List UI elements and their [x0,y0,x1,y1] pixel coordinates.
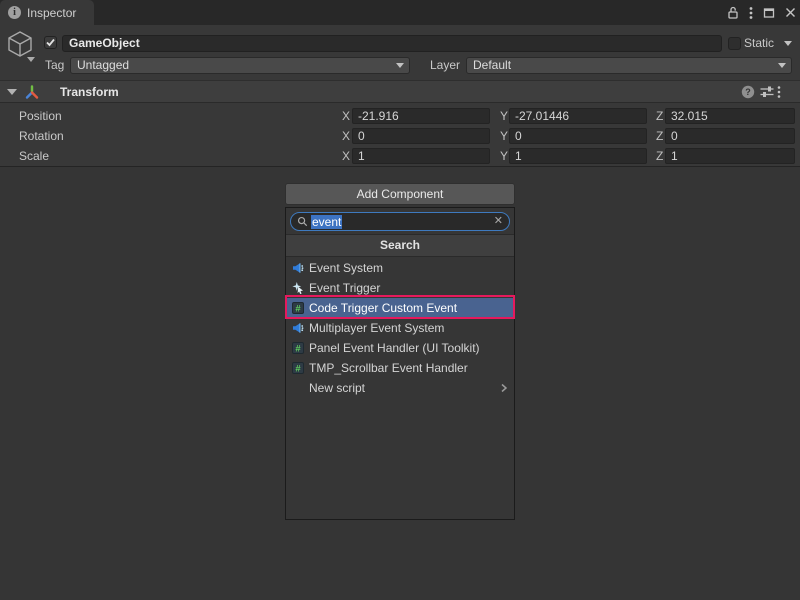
rotation-z-field[interactable]: 0 [665,128,795,144]
component-search-input[interactable]: event ✕ [290,212,510,231]
list-item-multiplayer-event-system[interactable]: Multiplayer Event System [286,318,514,338]
info-icon: i [8,6,21,19]
position-label: Position [19,106,62,126]
add-component-button[interactable]: Add Component [285,183,515,205]
list-item-panel-event-handler[interactable]: # Panel Event Handler (UI Toolkit) [286,338,514,358]
tag-dropdown[interactable]: Untagged [70,57,410,74]
component-list: Event System Event Trigger # Code Trigge… [286,258,514,398]
list-item-event-system[interactable]: Event System [286,258,514,278]
rotation-x-field[interactable]: 0 [352,128,490,144]
event-system-icon [292,322,304,334]
scale-y-field[interactable]: 1 [509,148,647,164]
item-label: Event Trigger [309,281,380,295]
axis-y-label: Y [500,126,508,146]
icon-spacer [292,382,304,394]
axis-z-label: Z [656,126,663,146]
transform-header[interactable]: Transform ? [0,80,800,103]
titlebar-icons [727,0,796,25]
static-label: Static [744,36,774,51]
item-label: Panel Event Handler (UI Toolkit) [309,341,480,355]
item-label: New script [309,381,365,395]
gameobject-header: GameObject Static Tag Untagged Layer Def… [0,25,800,80]
item-label: TMP_Scrollbar Event Handler [309,361,468,375]
position-z-field[interactable]: 32.015 [665,108,795,124]
scale-z-field[interactable]: 1 [665,148,795,164]
axis-y-label: Y [500,146,508,166]
gameobject-name-field[interactable]: GameObject [62,35,722,52]
tab-label: Inspector [27,6,76,20]
close-icon[interactable] [785,4,796,22]
csharp-script-icon: # [292,342,304,354]
axis-x-label: X [342,106,350,126]
transform-title: Transform [60,81,119,103]
scale-label: Scale [19,146,49,166]
item-label: Multiplayer Event System [309,321,444,335]
axis-z-label: Z [656,106,663,126]
add-component-popup: event ✕ Search Event System Event Trigge… [285,207,515,520]
tag-value: Untagged [77,58,129,72]
static-dropdown-caret[interactable] [784,41,792,46]
active-checkbox[interactable] [44,36,57,49]
layer-dropdown[interactable]: Default [466,57,792,74]
axis-z-label: Z [656,146,663,166]
foldout-arrow-icon[interactable] [7,89,17,95]
help-icon[interactable]: ? [741,85,755,99]
search-icon [297,216,308,227]
rotation-y-field[interactable]: 0 [509,128,647,144]
event-system-icon [292,262,304,274]
event-trigger-icon [292,282,304,294]
position-x-field[interactable]: -21.916 [352,108,490,124]
lock-icon[interactable] [727,4,739,22]
list-item-new-script[interactable]: New script [286,378,514,398]
tab-inspector[interactable]: i Inspector [0,0,94,25]
item-label: Event System [309,261,383,275]
position-row: Position X -21.916 Y -27.01446 Z 32.015 [0,106,800,126]
clear-search-icon[interactable]: ✕ [494,216,503,227]
gameobject-icon-caret[interactable] [27,57,35,62]
svg-text:#: # [295,343,301,354]
item-label: Code Trigger Custom Event [309,301,457,315]
svg-text:#: # [295,303,301,314]
csharp-script-icon: # [292,362,304,374]
maximize-icon[interactable] [763,4,775,22]
svg-text:?: ? [745,87,751,97]
layer-label: Layer [430,57,460,74]
rotation-label: Rotation [19,126,64,146]
axis-x-label: X [342,126,350,146]
layer-value: Default [473,58,511,72]
list-item-code-trigger-custom-event[interactable]: # Code Trigger Custom Event [286,298,514,318]
list-item-tmp-scrollbar-event-handler[interactable]: # TMP_Scrollbar Event Handler [286,358,514,378]
transform-icon [24,84,40,100]
layer-dropdown-caret [778,63,786,68]
tag-dropdown-caret [396,63,404,68]
component-kebab-icon[interactable] [777,85,781,99]
rotation-row: Rotation X 0 Y 0 Z 0 [0,126,800,146]
transform-body: Position X -21.916 Y -27.01446 Z 32.015 … [0,103,800,167]
search-text-selected: event [311,215,342,229]
submenu-chevron-icon [500,382,508,394]
gameobject-cube-icon[interactable] [5,29,35,59]
tag-label: Tag [45,57,64,74]
unity-inspector-window: { "window": { "tab_label": "Inspector" }… [0,0,800,600]
position-y-field[interactable]: -27.01446 [509,108,647,124]
search-section-header: Search [286,234,514,257]
svg-text:#: # [295,363,301,374]
axis-y-label: Y [500,106,508,126]
list-item-event-trigger[interactable]: Event Trigger [286,278,514,298]
static-checkbox[interactable] [728,37,741,50]
tab-bar: i Inspector [0,0,800,25]
presets-icon[interactable] [760,86,774,98]
kebab-menu-icon[interactable] [749,4,753,22]
scale-row: Scale X 1 Y 1 Z 1 [0,146,800,166]
scale-x-field[interactable]: 1 [352,148,490,164]
csharp-script-icon: # [292,302,304,314]
axis-x-label: X [342,146,350,166]
